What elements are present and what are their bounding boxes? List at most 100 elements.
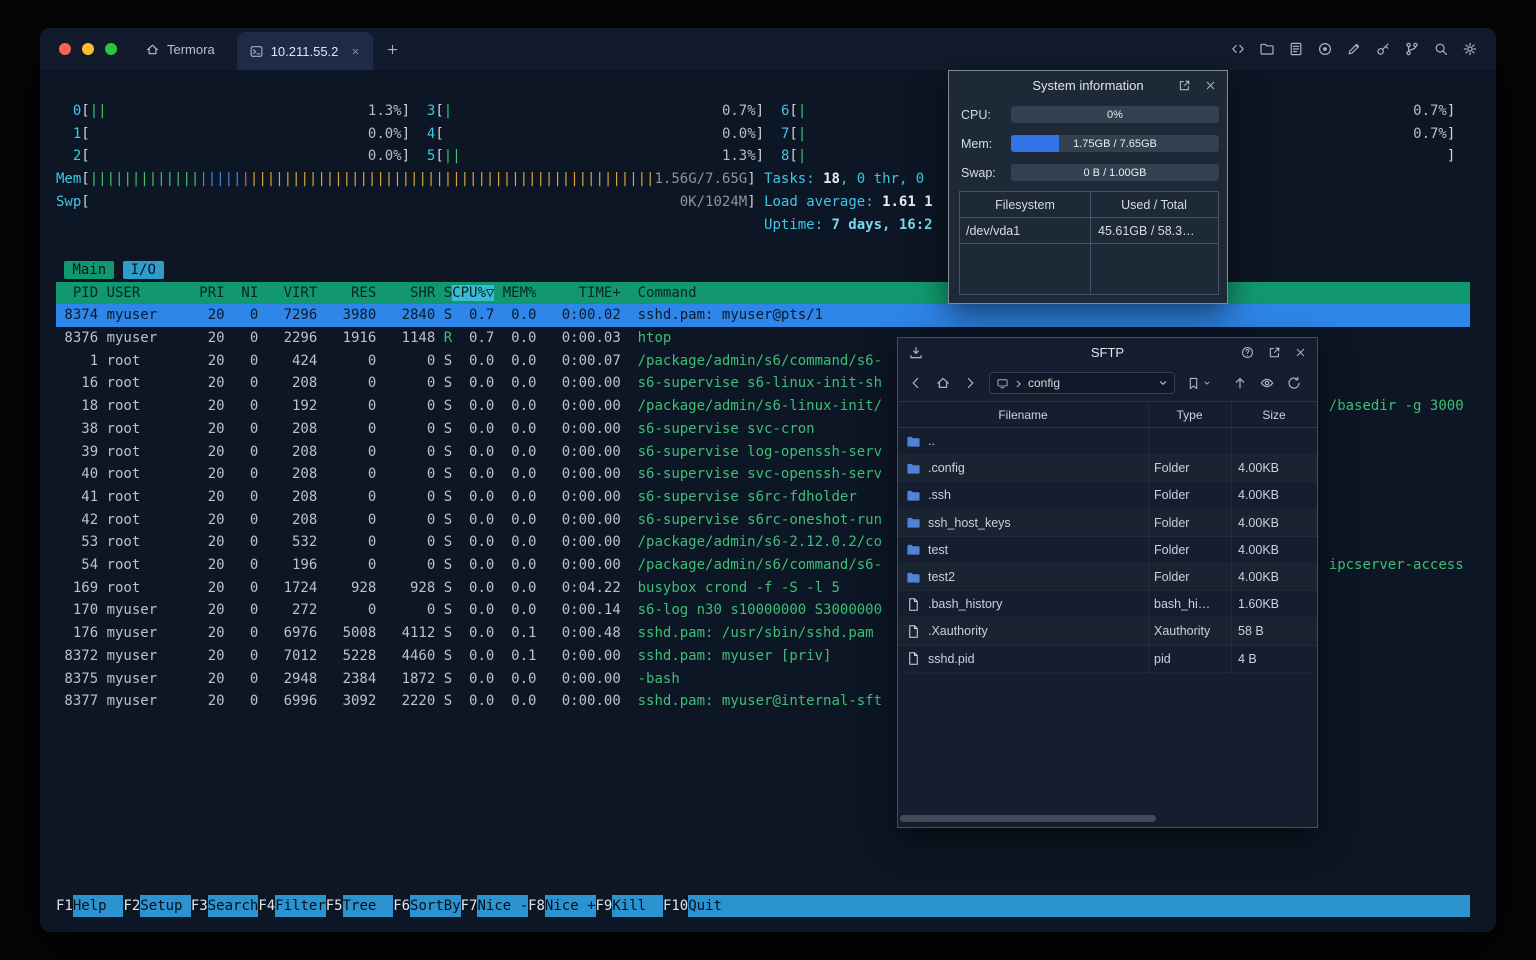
size-column-header[interactable]: Size [1231,408,1317,422]
home-icon[interactable] [935,375,951,391]
log-icon[interactable] [1288,41,1304,57]
htop-fkey-F1[interactable]: F1 Help [56,894,124,918]
filesystem-row: /dev/vda1 45.61GB / 58.3… [960,218,1218,244]
folder-icon [906,570,921,585]
sftp-file-row[interactable]: .config Folder 4.00KB [898,455,1317,482]
bookmarks-button[interactable] [1186,376,1211,391]
key-icon[interactable] [1375,41,1391,57]
sftp-path-field[interactable]: config [989,372,1175,394]
filesystem-name: /dev/vda1 [966,223,1021,238]
htop-tab-main[interactable]: Main [64,260,115,279]
used-total-column-header: Used / Total [1121,197,1187,212]
open-in-window-icon[interactable] [1267,345,1282,360]
file-name: sshd.pid [928,651,975,666]
sftp-titlebar: SFTP [898,338,1317,367]
htop-fkey-F10[interactable]: F10 Quit [663,894,739,918]
filename-column-header[interactable]: Filename [898,408,1148,422]
htop-process-row[interactable]: 8374 myuser 20 0 7296 3980 2840 S 0.7 0.… [56,304,1470,327]
htop-table-header[interactable]: PID USER PRI NI VIRT RES SHR SCPU%▽ MEM%… [56,281,1470,305]
htop-cpu-meters-line: 2[ 0.0%] 5[|| 1.3%] 8[| ] [56,148,1456,165]
sftp-horizontal-scrollbar[interactable] [900,815,1315,823]
record-icon[interactable] [1317,41,1333,57]
sftp-file-row[interactable]: test Folder 4.00KB [898,537,1317,564]
file-size: 4.00KB [1238,461,1280,476]
close-icon[interactable] [1294,346,1307,359]
up-directory-icon[interactable] [1232,375,1248,391]
close-icon[interactable] [1204,79,1217,92]
eye-icon[interactable] [1259,375,1275,391]
file-type: Folder [1154,542,1190,557]
htop-fkey-F3[interactable]: F3 Search [191,894,259,918]
htop-fkey-F9[interactable]: F9 Kill [596,894,663,918]
code-icon[interactable] [1230,41,1246,57]
sftp-toolbar: config [898,367,1317,399]
cpu-usage-row: CPU: 0% [961,106,1219,123]
sftp-file-row[interactable]: sshd.pid pid 4 B [898,646,1317,673]
sftp-panel: SFTP config Filename Type Size .. .confi… [897,337,1318,828]
htop-fkey-bar: F1 Help F2 Setup F3 Search F4 Filter F5 Tree F6… [56,894,1470,918]
file-size: 58 B [1238,624,1264,639]
htop-fkey-F4[interactable]: F4 Filter [258,894,326,918]
help-icon[interactable] [1240,345,1255,360]
back-icon[interactable] [908,375,924,391]
swap-label: Swap: [961,165,996,180]
folder-icon [906,542,921,557]
forward-icon[interactable] [962,375,978,391]
sftp-file-row[interactable]: .Xauthority Xauthority 58 B [898,618,1317,645]
type-column-header[interactable]: Type [1148,408,1231,422]
close-window-button[interactable] [59,43,71,55]
file-size: 1.60KB [1238,597,1280,612]
scrollbar-thumb[interactable] [900,815,1156,822]
sftp-table-header[interactable]: Filename Type Size [898,401,1317,428]
folder-icon[interactable] [1259,41,1275,57]
app-window: Termora 10.211.55.2 F1 Help F2 Setup F3 Sea… [40,28,1496,932]
sftp-file-row[interactable]: ssh_host_keys Folder 4.00KB [898,510,1317,537]
htop-fkey-F5[interactable]: F5 Tree [326,894,394,918]
htop-swap-meter-line: Swp[ 0K/1024M] Load average: 1.61 1 [56,193,933,210]
folder-icon [906,515,921,530]
htop-fkey-F6[interactable]: F6 SortBy [393,894,461,918]
htop-sort-column[interactable]: CPU%▽ [452,284,495,301]
bookmark-icon [1189,377,1198,389]
tab-termora[interactable]: Termora [133,28,227,70]
htop-fkey-F7[interactable]: F7 Nice - [461,894,529,918]
htop-cpu-meters-line: 1[ 0.0%] 4[ 0.0%] 7[| 0.7%] [56,125,1456,142]
refresh-icon[interactable] [1286,375,1302,391]
htop-tab-io[interactable]: I/O [122,260,164,279]
sftp-file-row[interactable]: .bash_history bash_hi… 1.60KB [898,591,1317,618]
filesystem-column-header: Filesystem [995,197,1055,212]
cpu-label: CPU: [961,107,991,122]
system-information-titlebar: System information [949,71,1227,100]
folder-icon [906,461,921,476]
folder-icon [906,434,921,449]
htop-fkey-F8[interactable]: F8 Nice + [528,894,596,918]
close-tab-icon[interactable] [350,46,361,57]
new-tab-button[interactable] [385,42,400,57]
file-size: 4.00KB [1238,570,1280,585]
sftp-file-row[interactable]: test2 Folder 4.00KB [898,564,1317,591]
settings-gear-icon[interactable] [1462,41,1478,57]
memory-usage-value: 1.75GB / 7.65GB [1073,137,1157,150]
minimize-window-button[interactable] [82,43,94,55]
chevron-right-icon [1016,380,1021,387]
file-name: .Xauthority [928,624,988,639]
zoom-window-button[interactable] [105,43,117,55]
folder-icon [906,488,921,503]
htop-memory-meter-line: Mem[||||||||||||||||||||||||||||||||||||… [56,171,933,188]
sftp-file-row[interactable]: .ssh Folder 4.00KB [898,482,1317,509]
branch-icon[interactable] [1404,41,1420,57]
tab-label: 10.211.55.2 [270,43,339,59]
file-name: .config [928,461,965,476]
file-type: Folder [1154,488,1190,503]
sftp-file-row[interactable]: .. [898,428,1317,455]
search-icon[interactable] [1433,41,1449,57]
memory-label: Mem: [961,136,993,151]
htop-fkey-F2[interactable]: F2 Setup [123,894,191,918]
open-in-window-icon[interactable] [1177,78,1192,93]
edit-icon[interactable] [1346,41,1362,57]
sftp-path-text: config [1028,376,1061,390]
file-type: Folder [1154,570,1190,585]
chevron-down-icon[interactable] [1158,378,1168,388]
titlebar: Termora 10.211.55.2 [40,28,1496,70]
tab-ssh-session[interactable]: 10.211.55.2 [236,32,374,70]
